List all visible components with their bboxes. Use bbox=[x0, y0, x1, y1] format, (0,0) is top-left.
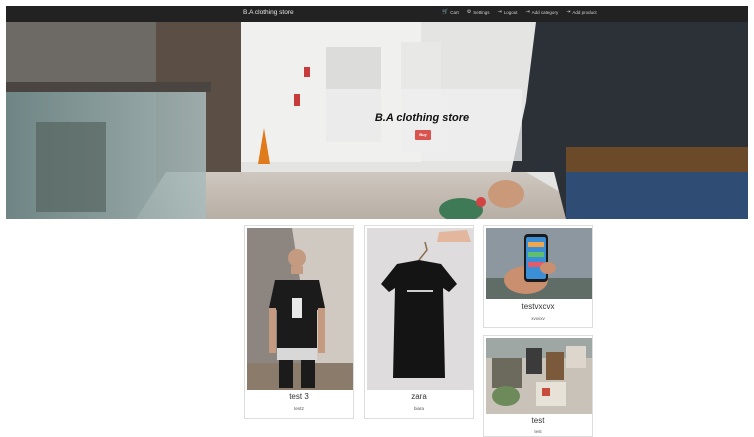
top-navbar: B.A clothing store 🛒 Cart ⚙ Settings ⇥ L… bbox=[6, 6, 748, 22]
product-card[interactable]: test test bbox=[483, 335, 593, 437]
nav-cart-label: Cart bbox=[450, 10, 459, 15]
gear-icon: ⚙ bbox=[466, 9, 472, 15]
product-description: test bbox=[534, 429, 542, 434]
nav-settings-link[interactable]: ⚙ Settings bbox=[466, 9, 490, 16]
product-card[interactable]: testvxcvx xvxvxv bbox=[483, 225, 593, 328]
nav-cart-link[interactable]: 🛒 Cart bbox=[442, 9, 459, 16]
brand-link[interactable]: B.A clothing store bbox=[243, 9, 294, 16]
nav-logout-label: Logout bbox=[503, 10, 518, 15]
hero-card: B.A clothing store Buy bbox=[322, 89, 522, 161]
product-description: xvxvxv bbox=[531, 316, 545, 321]
product-title: testvxcvx bbox=[521, 302, 555, 311]
product-title: test 3 bbox=[289, 392, 309, 401]
product-card[interactable]: zara biara bbox=[364, 225, 474, 419]
product-description: biara bbox=[413, 406, 424, 411]
page: B.A clothing store 🛒 Cart ⚙ Settings ⇥ L… bbox=[0, 0, 754, 437]
add-category-icon: ⇥ bbox=[525, 9, 530, 15]
buy-button[interactable]: Buy bbox=[415, 130, 431, 140]
nav-links: 🛒 Cart ⚙ Settings ⇥ Logout ⇥ Add categor… bbox=[442, 9, 597, 16]
product-image[interactable] bbox=[486, 338, 592, 414]
product-image[interactable] bbox=[367, 228, 473, 390]
product-title: test bbox=[531, 416, 545, 425]
hero-title: B.A clothing store bbox=[374, 112, 470, 124]
product-description: test2 bbox=[294, 406, 304, 411]
nav-add-product-label: Add product bbox=[572, 10, 597, 15]
nav-add-category-link[interactable]: ⇥ Add category bbox=[525, 9, 559, 16]
product-image[interactable] bbox=[486, 228, 592, 299]
product-title: zara bbox=[411, 392, 427, 401]
nav-settings-label: Settings bbox=[473, 10, 490, 15]
cart-icon: 🛒 bbox=[442, 9, 449, 15]
nav-logout-link[interactable]: ⇥ Logout bbox=[497, 9, 518, 16]
product-image[interactable] bbox=[247, 228, 353, 390]
product-card[interactable]: test 3 test2 bbox=[244, 225, 354, 419]
add-product-icon: ⇥ bbox=[566, 9, 571, 15]
nav-add-category-label: Add category bbox=[531, 10, 559, 15]
hero-banner: B.A clothing store Buy bbox=[6, 22, 748, 219]
nav-add-product-link[interactable]: ⇥ Add product bbox=[566, 9, 597, 16]
logout-icon: ⇥ bbox=[497, 9, 502, 15]
